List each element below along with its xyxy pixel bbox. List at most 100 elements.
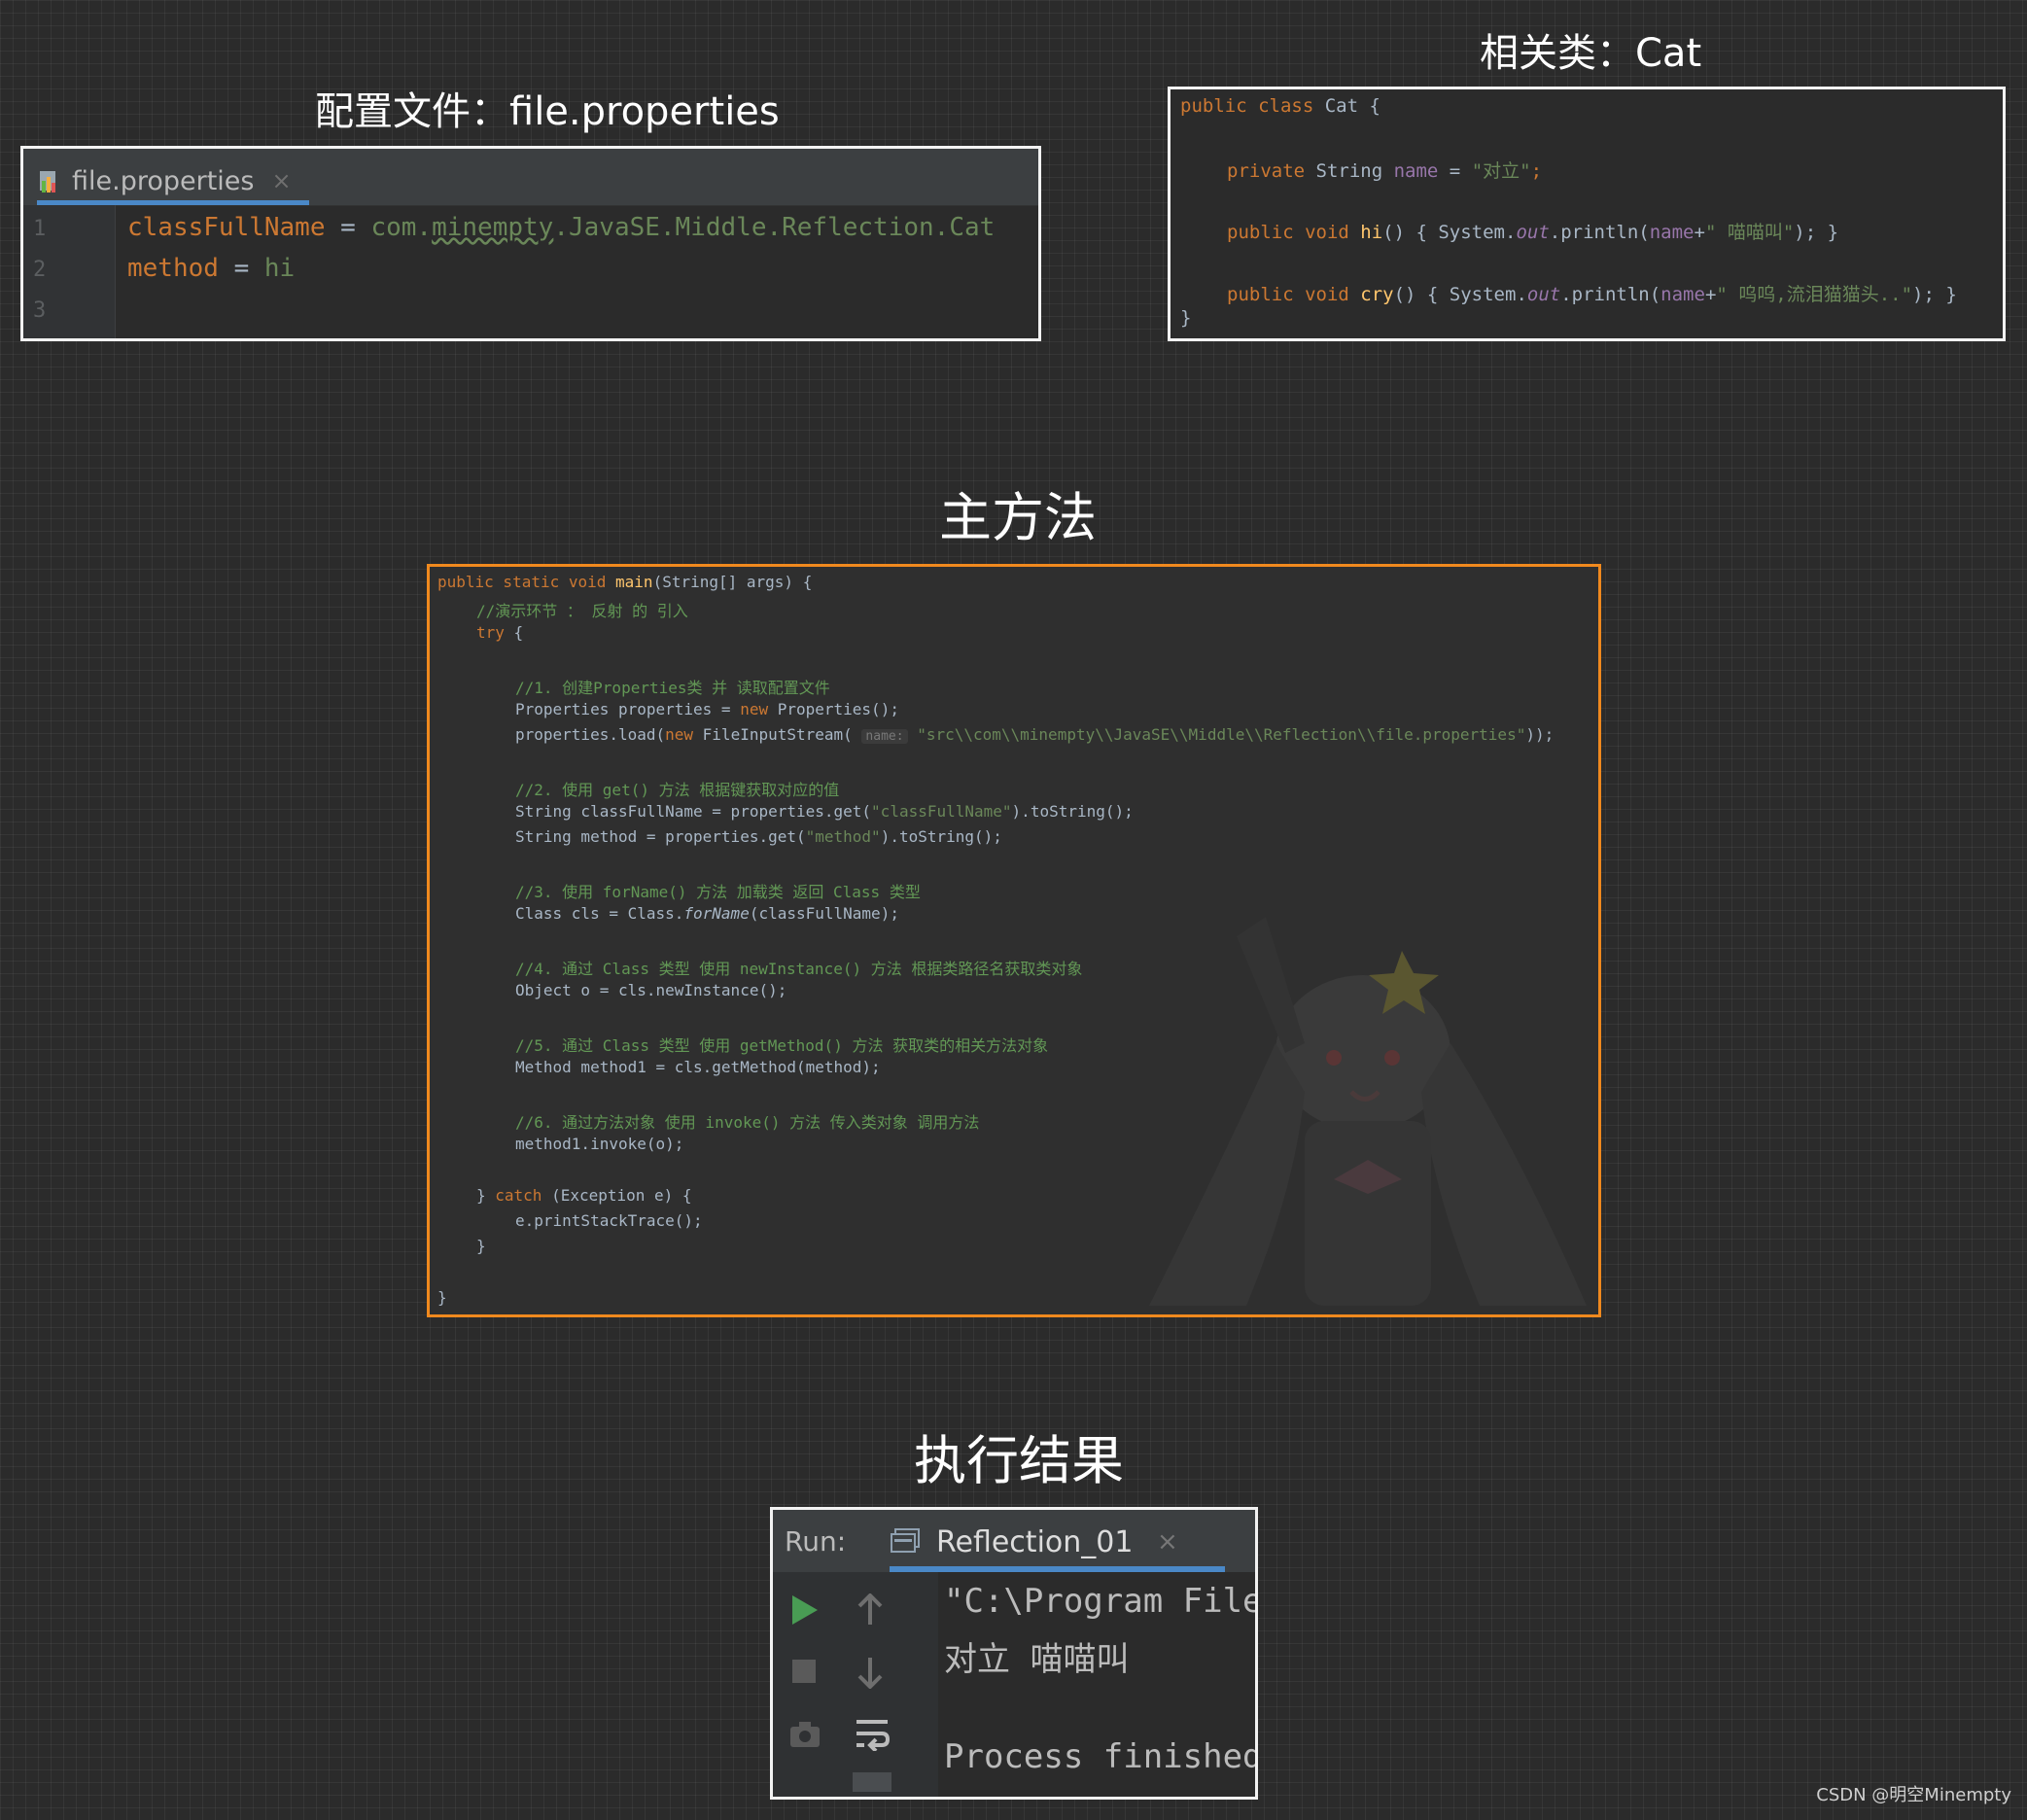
keyword: public void: [1227, 222, 1361, 243]
comment-line: //1. 创建Properties类 并 读取配置文件: [515, 679, 830, 697]
run-toolbar: [773, 1572, 938, 1797]
code: .println(: [1560, 284, 1661, 305]
equals-sign: =: [325, 213, 371, 242]
parameter-hint: name:: [861, 729, 908, 744]
code: Properties properties =: [515, 700, 741, 718]
code-line: public class Cat {: [1180, 95, 1380, 117]
operator: +: [1694, 222, 1705, 243]
line-number: 1: [33, 217, 47, 241]
tab-label: file.properties: [72, 165, 255, 196]
field: name: [1393, 160, 1439, 182]
method-name: cry: [1360, 284, 1394, 305]
camera-icon[interactable]: [788, 1720, 821, 1753]
comment-line: //5. 通过 Class 类型 使用 getMethod() 方法 获取类的相…: [515, 1036, 1049, 1055]
keyword: new: [740, 700, 769, 718]
string-literal: " 喵喵叫": [1704, 222, 1795, 243]
comment-line: //4. 通过 Class 类型 使用 newInstance() 方法 根据类…: [515, 960, 1083, 978]
main-section-title: 主方法: [939, 487, 1097, 548]
close-icon[interactable]: ×: [1157, 1527, 1178, 1557]
keyword: public static void: [437, 573, 616, 591]
code: .println(: [1549, 222, 1650, 243]
active-tab-indicator: [890, 1566, 1225, 1572]
cat-section-title: 相关类：Cat: [1480, 31, 1702, 76]
run-label: Run:: [785, 1525, 847, 1558]
code-line: Class cls = Class.forName(classFullName)…: [515, 904, 899, 923]
code: {: [504, 623, 524, 642]
string-literal: " 呜呜,流泪猫猫头..": [1716, 284, 1913, 305]
class-name: Cat {: [1324, 95, 1380, 117]
string-literal: "src\\com\\minempty\\JavaSE\\Middle\\Ref…: [907, 725, 1526, 744]
code-line: public void hi() { System.out.println(na…: [1227, 218, 1838, 244]
code: (String[] args) {: [652, 573, 813, 591]
operator: +: [1704, 284, 1717, 305]
watermark: CSDN @明空Minempty: [1816, 1785, 2011, 1805]
tab-reflection-01[interactable]: Reflection_01 ×: [890, 1510, 1225, 1572]
console-line: Process finished: [944, 1737, 1255, 1776]
code: ).toString();: [880, 827, 1002, 846]
run-icon[interactable]: [790, 1593, 820, 1630]
keyword: new: [665, 725, 694, 744]
string-literal: "method": [805, 827, 881, 846]
code: FileInputStream(: [693, 725, 862, 744]
code: (Exception e) {: [542, 1186, 692, 1205]
comment-line: //3. 使用 forName() 方法 加载类 返回 Class 类型: [515, 883, 921, 901]
result-section-title: 执行结果: [914, 1430, 1124, 1491]
line-number-gutter: 1 2 3: [23, 205, 116, 338]
property-value-prefix: com.: [370, 213, 433, 242]
code: String method = properties.get(: [515, 827, 806, 846]
code: ); }: [1912, 284, 1957, 305]
run-tool-window-header: Run: Reflection_01 ×: [773, 1510, 1255, 1572]
keyword: public class: [1180, 95, 1325, 117]
keyword: public void: [1227, 284, 1361, 305]
tab-label: Reflection_01: [936, 1525, 1134, 1559]
code-line: }: [476, 1237, 486, 1255]
run-console-panel: Run: Reflection_01 × "C:\Program Files 对…: [770, 1507, 1258, 1800]
keyword: catch: [495, 1186, 542, 1205]
keyword: private: [1227, 160, 1316, 182]
code-line: method = hi: [127, 254, 295, 283]
method-name: main: [615, 573, 653, 591]
console-line: 对立 喵喵叫: [944, 1640, 1130, 1679]
stop-icon[interactable]: [790, 1658, 818, 1689]
code: String classFullName = properties.get(: [515, 802, 872, 821]
properties-editor-panel: file.properties × 1 2 3 classFullName = …: [20, 146, 1041, 341]
method-name: hi: [1360, 222, 1383, 243]
close-icon[interactable]: ×: [271, 167, 291, 194]
cat-class-code-panel: public class Cat { private String name =…: [1168, 87, 2006, 341]
editor-body[interactable]: 1 2 3 classFullName = com.minempty.JavaS…: [23, 205, 1038, 338]
console-tab-icon: [890, 1527, 921, 1558]
code-line: method1.invoke(o);: [515, 1135, 684, 1153]
code: () { System.: [1382, 222, 1517, 243]
console-line: "C:\Program Files: [944, 1582, 1255, 1621]
code-line: Method method1 = cls.getMethod(method);: [515, 1058, 881, 1076]
character-illustration: [1149, 917, 1587, 1306]
type: String: [1315, 160, 1394, 182]
code-line: Properties properties = new Properties()…: [515, 700, 899, 718]
toolbar-button[interactable]: [853, 1772, 891, 1792]
line-number: 3: [33, 298, 47, 323]
string-literal: "classFullName": [871, 802, 1012, 821]
comment-line: //6. 通过方法对象 使用 invoke() 方法 传入类对象 调用方法: [515, 1113, 980, 1132]
arrow-up-icon[interactable]: [856, 1592, 884, 1630]
static-field: out: [1516, 222, 1550, 243]
soft-wrap-icon[interactable]: [855, 1718, 891, 1755]
code-line: classFullName = com.minempty.JavaSE.Midd…: [127, 213, 995, 242]
operator: =: [1438, 160, 1472, 182]
code: ).toString();: [1011, 802, 1134, 821]
comment-line: //演示环节 ： 反射 的 引入: [476, 602, 688, 620]
keyword: try: [476, 623, 505, 642]
console-output[interactable]: "C:\Program Files 对立 喵喵叫 Process finishe…: [944, 1576, 1255, 1797]
string-literal: "对立": [1471, 160, 1531, 182]
code-line: properties.load(new FileInputStream( nam…: [515, 725, 1554, 744]
property-key: classFullName: [127, 213, 326, 242]
code: }: [476, 1186, 496, 1205]
tab-file-properties[interactable]: file.properties ×: [37, 157, 309, 205]
code: (classFullName);: [749, 904, 899, 923]
static-method: forName: [683, 904, 750, 923]
code-line: e.printStackTrace();: [515, 1211, 703, 1230]
config-section-title: 配置文件：file.properties: [315, 89, 780, 134]
field: name: [1660, 284, 1705, 305]
code-line: }: [1180, 307, 1192, 329]
arrow-down-icon[interactable]: [856, 1656, 884, 1693]
code-line: Object o = cls.newInstance();: [515, 981, 787, 999]
